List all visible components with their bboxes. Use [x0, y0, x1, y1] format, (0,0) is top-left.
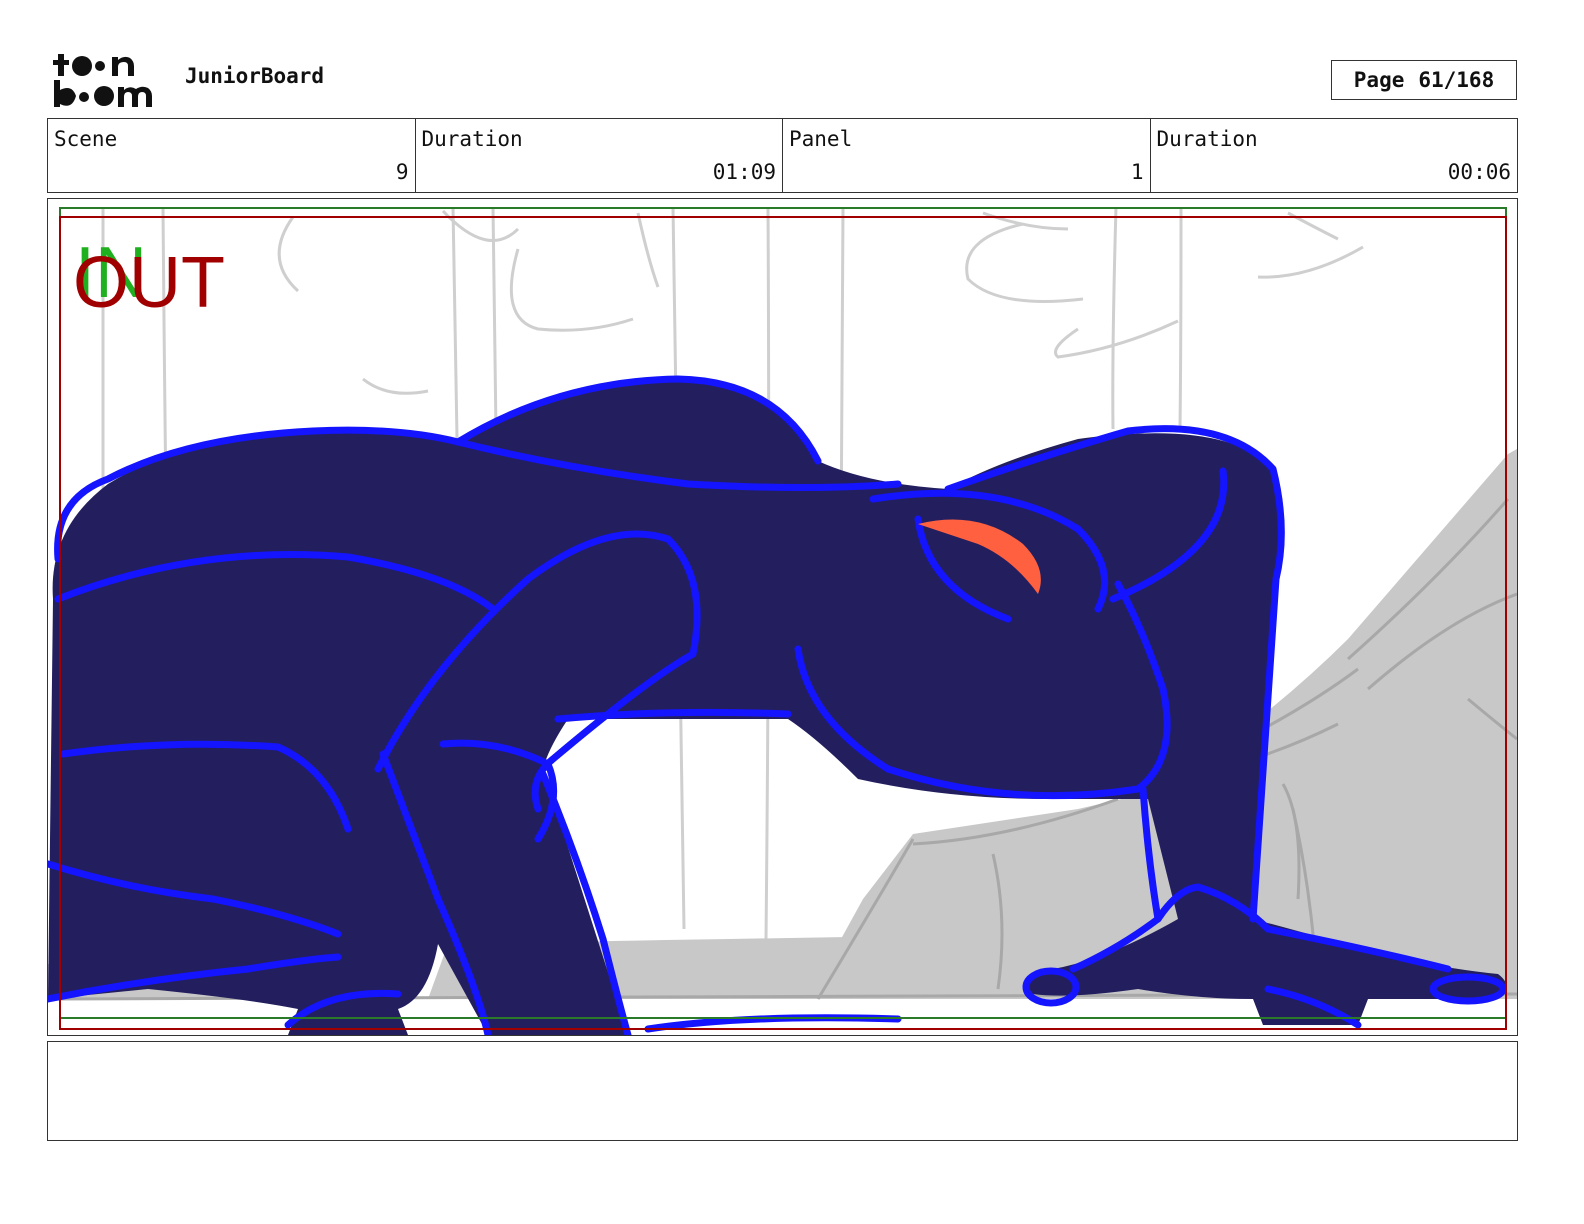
panel-duration-cell: Duration 00:06 [1151, 119, 1518, 192]
page-label: Page [1353, 68, 1405, 92]
panel-info-row: Scene 9 Duration 01:09 Panel 1 Duration … [47, 118, 1518, 193]
out-marker-label: OUT [73, 243, 225, 323]
panel-duration-value: 00:06 [1447, 160, 1511, 184]
panel-value: 1 [1130, 160, 1144, 184]
panel-notes-area [47, 1041, 1518, 1141]
scene-duration-value: 01:09 [712, 160, 776, 184]
toon-boom-logo [53, 54, 152, 107]
scene-cell: Scene 9 [48, 119, 416, 192]
scene-duration-label: Duration [421, 127, 523, 151]
scene-value: 9 [395, 160, 409, 184]
panel-cell: Panel 1 [783, 119, 1151, 192]
panel-label: Panel [789, 127, 853, 151]
page-indicator: Page 61/168 [1331, 60, 1517, 100]
panel-drawing: IN OUT [48, 206, 1517, 1035]
page-value: 61/168 [1418, 68, 1495, 92]
panel-duration-label: Duration [1156, 127, 1258, 151]
scene-label: Scene [54, 127, 118, 151]
storyboard-panel-image: IN OUT [47, 198, 1518, 1036]
app-title: JuniorBoard [185, 64, 325, 88]
scene-duration-cell: Duration 01:09 [416, 119, 783, 192]
